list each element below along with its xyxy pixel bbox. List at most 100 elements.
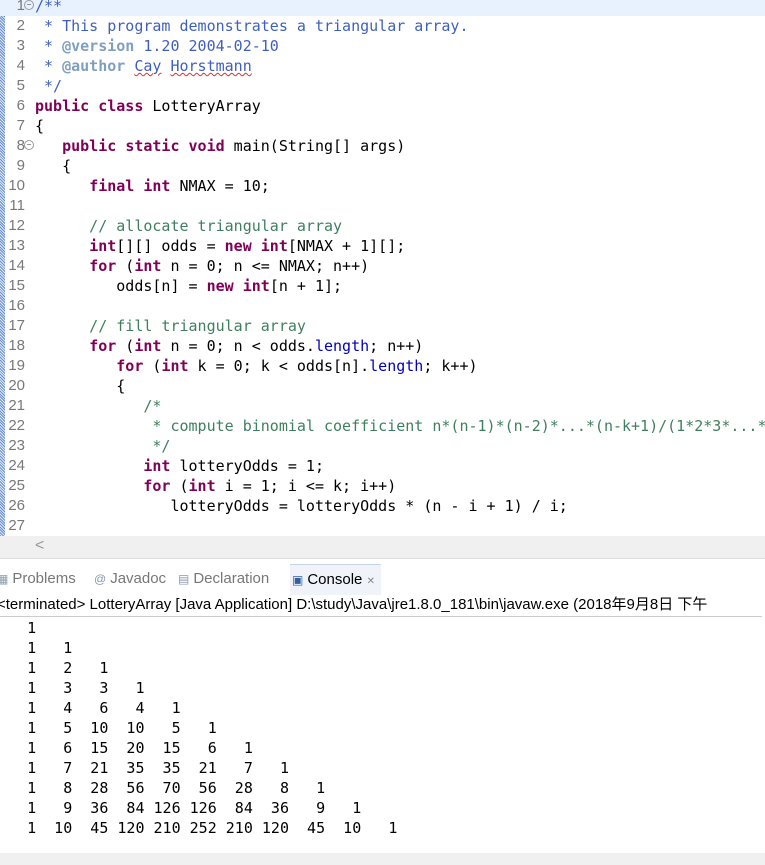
code-line[interactable]: 10 final int NMAX = 10; xyxy=(0,176,765,196)
code-line[interactable]: 4 * @author Cay Horstmann xyxy=(0,56,765,76)
line-number: 7 xyxy=(16,117,25,134)
line-number: 2 xyxy=(16,17,25,34)
code-token: for xyxy=(89,257,117,275)
code-token: ; k++) xyxy=(423,357,478,375)
code-line[interactable]: 11 xyxy=(0,196,765,216)
code-token: int xyxy=(134,337,162,355)
tab-console[interactable]: ▣ Console ✕ xyxy=(290,564,381,595)
code-line[interactable]: 8− public static void main(String[] args… xyxy=(0,136,765,156)
code-token: lotteryOdds = 1; xyxy=(170,457,324,475)
code-line[interactable]: 15 odds[n] = new int[n + 1]; xyxy=(0,276,765,296)
code-token: odds[n] = xyxy=(35,277,207,295)
console-header: <terminated> LotteryArray [Java Applicat… xyxy=(0,594,762,617)
console-icon: ▣ xyxy=(292,573,304,587)
fold-toggle-icon[interactable]: − xyxy=(24,0,34,10)
console-line: 1 5 10 10 5 1 xyxy=(0,719,217,737)
scroll-left-icon[interactable]: < xyxy=(35,537,44,555)
code-text: int[][] odds = new int[NMAX + 1][]; xyxy=(35,236,405,256)
code-token: int xyxy=(89,237,117,255)
code-line[interactable]: 7{ xyxy=(0,116,765,136)
code-token: */ xyxy=(35,77,63,95)
code-token: length xyxy=(369,357,424,375)
console-scrollbar[interactable] xyxy=(0,853,765,865)
code-line[interactable]: 14 for (int n = 0; n <= NMAX; n++) xyxy=(0,256,765,276)
code-token: @version xyxy=(62,37,135,55)
at-icon: @ xyxy=(94,572,107,586)
code-token: n = 0; n < odds. xyxy=(161,337,315,355)
code-line[interactable]: 26 lotteryOdds = lotteryOdds * (n - i + … xyxy=(0,496,765,516)
code-token: ( xyxy=(116,337,135,355)
code-token: int xyxy=(143,457,171,475)
line-number: 14 xyxy=(8,257,25,274)
code-token: * compute binomial coefficient n*(n-1)*(… xyxy=(35,417,765,435)
code-line[interactable]: 12 // allocate triangular array xyxy=(0,216,765,236)
tab-label: Console xyxy=(307,571,363,588)
tab-label: Declaration xyxy=(193,570,270,587)
code-line[interactable]: 17 // fill triangular array xyxy=(0,316,765,336)
line-number: 17 xyxy=(8,317,25,334)
code-line[interactable]: 21 /* xyxy=(0,396,765,416)
code-text: final int NMAX = 10; xyxy=(35,176,270,196)
horizontal-scrollbar[interactable]: < xyxy=(0,536,765,559)
code-editor[interactable]: 1−/** 2 * This program demonstrates a tri… xyxy=(0,0,765,536)
code-token: { xyxy=(35,157,72,175)
code-text: odds[n] = new int[n + 1]; xyxy=(35,276,342,296)
code-token: public xyxy=(35,97,90,115)
code-token: Horstmann xyxy=(170,57,252,75)
console-output[interactable]: 1 1 1 1 2 1 1 3 3 1 1 4 6 4 1 1 5 10 10 … xyxy=(0,618,397,838)
code-text: /** xyxy=(35,0,62,16)
tab-problems[interactable]: ▦ Problems xyxy=(0,564,76,594)
code-line[interactable]: 16 xyxy=(0,296,765,316)
console-line: 1 8 28 56 70 56 28 8 1 xyxy=(0,779,326,797)
code-token: int xyxy=(134,257,162,275)
code-token: @author xyxy=(62,57,126,75)
console-line: 1 xyxy=(0,619,37,637)
line-number: 23 xyxy=(8,437,25,454)
declaration-icon: ▤ xyxy=(178,572,190,586)
line-number: 8 xyxy=(16,137,25,154)
line-number: 13 xyxy=(8,237,25,254)
code-line[interactable]: 1−/** xyxy=(0,0,765,16)
code-line[interactable]: 27 xyxy=(0,516,765,536)
code-token: * xyxy=(35,37,63,55)
code-text: public class LotteryArray xyxy=(35,96,261,116)
close-icon[interactable]: ✕ xyxy=(367,576,375,587)
problems-icon: ▦ xyxy=(0,572,9,586)
code-text: * This program demonstrates a triangular… xyxy=(35,16,468,36)
code-token: lotteryOdds = lotteryOdds * (n - i + 1) … xyxy=(35,497,568,515)
console-line: 1 10 45 120 210 252 210 120 45 10 1 xyxy=(0,819,398,837)
tab-declaration[interactable]: ▤ Declaration xyxy=(178,564,269,594)
code-token: */ xyxy=(35,437,171,455)
code-text: { xyxy=(35,116,44,136)
code-text: for (int n = 0; n < odds.length; n++) xyxy=(35,336,423,356)
code-line[interactable]: 3 * @version 1.20 2004-02-10 xyxy=(0,36,765,56)
code-line[interactable]: 20 { xyxy=(0,376,765,396)
code-text: * compute binomial coefficient n*(n-1)*(… xyxy=(35,416,765,436)
code-line[interactable]: 2 * This program demonstrates a triangul… xyxy=(0,16,765,36)
code-line[interactable]: 6 public class LotteryArray xyxy=(0,96,765,116)
tab-label: Problems xyxy=(12,570,76,587)
code-line[interactable]: 5 */ xyxy=(0,76,765,96)
code-line[interactable]: 25 for (int i = 1; i <= k; i++) xyxy=(0,476,765,496)
line-number: 20 xyxy=(8,377,25,394)
code-line[interactable]: 13 int[][] odds = new int[NMAX + 1][]; xyxy=(0,236,765,256)
code-text: { xyxy=(35,376,125,396)
line-number: 11 xyxy=(9,197,25,214)
code-line[interactable]: 23 */ xyxy=(0,436,765,456)
code-token: [n + 1]; xyxy=(269,277,343,295)
fold-toggle-icon[interactable]: − xyxy=(24,140,34,150)
code-line[interactable]: 24 int lotteryOdds = 1; xyxy=(0,456,765,476)
code-line[interactable]: 9 { xyxy=(0,156,765,176)
tab-javadoc[interactable]: @ Javadoc xyxy=(94,564,166,594)
code-token: * xyxy=(35,57,63,75)
code-token: int xyxy=(161,357,189,375)
code-token: main(String[] args) xyxy=(224,137,406,155)
code-line[interactable]: 22 * compute binomial coefficient n*(n-1… xyxy=(0,416,765,436)
code-line[interactable]: 19 for (int k = 0; k < odds[n].length; k… xyxy=(0,356,765,376)
code-line[interactable]: 18 for (int n = 0; n < odds.length; n++) xyxy=(0,336,765,356)
console-line: 1 7 21 35 35 21 7 1 xyxy=(0,759,289,777)
